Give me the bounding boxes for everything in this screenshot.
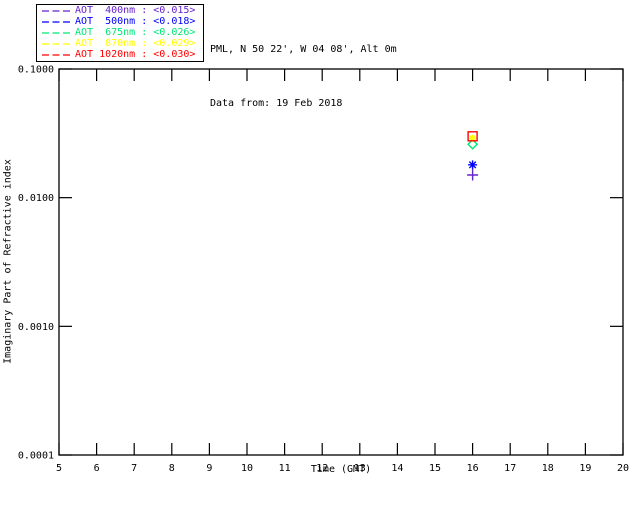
y-tick-label: 0.0100 (18, 193, 54, 204)
y-tick-label: 0.0010 (18, 322, 54, 333)
x-tick-label: 16 (467, 463, 479, 474)
y-axis-title: Imaginary Part of Refractive index (2, 159, 14, 364)
y-tick-label: 0.1000 (18, 65, 54, 76)
x-tick-label: 5 (56, 463, 62, 474)
data-marker-500nm (468, 160, 478, 170)
x-tick-label: 9 (206, 463, 212, 474)
x-tick-label: 15 (429, 463, 441, 474)
plot-frame (58, 68, 624, 456)
x-tick-label: 17 (504, 463, 516, 474)
aeronet-refractive-index-plot: AOT 400nm : <0.015> AOT 500nm : <0.018> AO… (0, 0, 640, 512)
x-tick-label: 10 (241, 463, 253, 474)
plot-area: 5 6 7 8 9 10 11 12 13 14 15 16 17 18 19 200.10000.01000… (18, 65, 629, 475)
x-tick-label: 6 (94, 463, 100, 474)
data-marker-400nm (467, 169, 479, 181)
x-tick-label: 20 (617, 463, 629, 474)
y-tick-label: 0.0001 (18, 451, 54, 462)
x-tick-label: 8 (169, 463, 175, 474)
x-axis-title: Time (GMT) (310, 464, 372, 475)
x-tick-label: 19 (579, 463, 591, 474)
x-tick-label: 7 (131, 463, 137, 474)
x-tick-label: 18 (542, 463, 554, 474)
